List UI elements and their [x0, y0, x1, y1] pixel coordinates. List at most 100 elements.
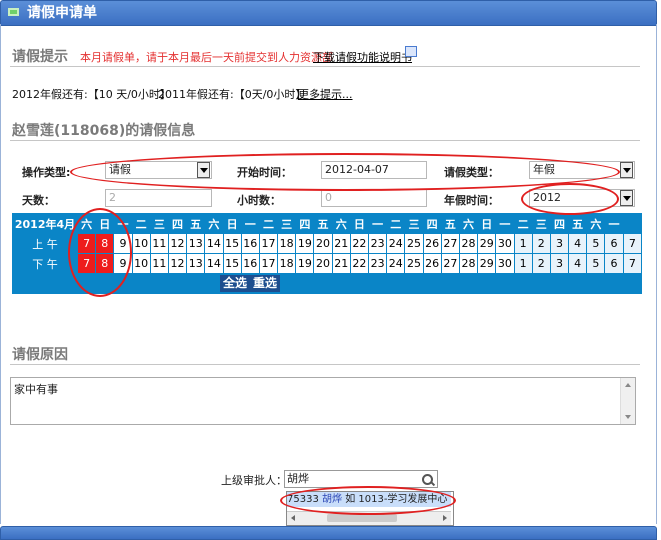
- day-cell[interactable]: 1: [514, 254, 532, 273]
- day-cell[interactable]: 4: [569, 254, 587, 273]
- reason-scrollbar[interactable]: [620, 378, 635, 424]
- day-cell[interactable]: 14: [205, 234, 223, 253]
- day-cell[interactable]: 25: [405, 254, 423, 273]
- day-cell[interactable]: 30: [496, 254, 514, 273]
- day-cell[interactable]: 7: [78, 234, 96, 253]
- day-cell[interactable]: 23: [369, 254, 387, 273]
- day-cell[interactable]: 10: [132, 234, 150, 253]
- day-cell[interactable]: 9: [114, 234, 132, 253]
- day-cell[interactable]: 13: [187, 254, 205, 273]
- day-cell[interactable]: 15: [223, 254, 241, 273]
- day-cell[interactable]: 21: [332, 234, 350, 253]
- weekday-cell: 六: [459, 214, 478, 233]
- approver-input[interactable]: 胡烨: [284, 470, 438, 488]
- day-cell[interactable]: 28: [459, 254, 478, 273]
- weekday-cell: 日: [96, 214, 114, 233]
- day-cell[interactable]: 16: [241, 234, 259, 253]
- weekday-cell: 三: [405, 214, 423, 233]
- day-cell[interactable]: 11: [150, 234, 168, 253]
- info-heading: 赵雪莲(118068)的请假信息: [12, 123, 196, 139]
- suggestion-scrollbar[interactable]: [287, 511, 451, 525]
- day-cell[interactable]: 7: [623, 234, 641, 253]
- next-section-bar: [0, 526, 657, 540]
- divider: [10, 66, 640, 67]
- day-cell[interactable]: 6: [605, 254, 623, 273]
- day-cell[interactable]: 5: [587, 254, 605, 273]
- day-cell[interactable]: 19: [296, 234, 314, 253]
- day-cell[interactable]: 4: [569, 234, 587, 253]
- notice-text: 本月请假单，请于本月最后一天前提交到人力资源部: [80, 51, 333, 64]
- chevron-down-icon[interactable]: [197, 162, 210, 178]
- day-cell[interactable]: 3: [550, 234, 569, 253]
- day-cell[interactable]: 18: [278, 254, 296, 273]
- chevron-down-icon[interactable]: [620, 162, 633, 178]
- day-cell[interactable]: 2: [532, 254, 550, 273]
- start-time-field[interactable]: 2012-04-07: [321, 161, 427, 179]
- search-icon[interactable]: [422, 474, 433, 485]
- annual-time-select[interactable]: 2012: [529, 189, 635, 207]
- select-all-button[interactable]: 全选: [220, 275, 251, 292]
- day-cell[interactable]: 27: [441, 234, 459, 253]
- day-cell[interactable]: 28: [459, 234, 478, 253]
- day-cell[interactable]: 21: [332, 254, 350, 273]
- day-cell[interactable]: 2: [532, 234, 550, 253]
- day-cell[interactable]: 3: [550, 254, 569, 273]
- day-cell[interactable]: 23: [369, 234, 387, 253]
- hours-field: 0: [321, 189, 427, 207]
- day-cell[interactable]: 20: [314, 254, 332, 273]
- day-cell[interactable]: 12: [168, 254, 187, 273]
- day-cell[interactable]: 29: [478, 254, 496, 273]
- day-cell[interactable]: 9: [114, 254, 132, 273]
- day-cell[interactable]: 25: [405, 234, 423, 253]
- weekday-cell: 六: [587, 214, 605, 233]
- suggestion-item[interactable]: 75333 胡烨 如 1013-学习发展中心 培: [287, 492, 451, 507]
- day-cell[interactable]: 15: [223, 234, 241, 253]
- day-cell[interactable]: 29: [478, 234, 496, 253]
- days-label: 天数：: [22, 194, 55, 207]
- operation-type-label: 操作类型:: [22, 166, 71, 179]
- weekday-cell: 日: [350, 214, 368, 233]
- leave-type-select[interactable]: 年假: [529, 161, 635, 179]
- day-cell[interactable]: 13: [187, 234, 205, 253]
- day-cell[interactable]: 19: [296, 254, 314, 273]
- day-cell[interactable]: 17: [259, 234, 278, 253]
- scroll-right-icon[interactable]: [443, 515, 447, 521]
- day-cell[interactable]: 27: [441, 254, 459, 273]
- weekday-cell: 六: [332, 214, 350, 233]
- day-cell[interactable]: 1: [514, 234, 532, 253]
- day-cell[interactable]: 30: [496, 234, 514, 253]
- operation-type-select[interactable]: 请假: [105, 161, 212, 179]
- day-cell[interactable]: 7: [78, 254, 96, 273]
- day-cell[interactable]: 24: [387, 254, 405, 273]
- month-label: 2012年4月: [13, 214, 77, 233]
- day-cell[interactable]: 18: [278, 234, 296, 253]
- scroll-left-icon[interactable]: [291, 515, 295, 521]
- day-cell[interactable]: 17: [259, 254, 278, 273]
- day-cell[interactable]: 11: [150, 254, 168, 273]
- download-manual-link[interactable]: 下载请假功能说明书: [313, 49, 412, 65]
- day-cell[interactable]: 26: [423, 254, 441, 273]
- weekday-cell: 六: [78, 214, 96, 233]
- day-cell[interactable]: 22: [350, 234, 368, 253]
- day-cell[interactable]: 8: [96, 254, 114, 273]
- reselect-button[interactable]: 重选: [250, 275, 281, 292]
- window-icon: [8, 8, 19, 16]
- day-cell[interactable]: 16: [241, 254, 259, 273]
- day-cell[interactable]: 8: [96, 234, 114, 253]
- reason-textarea[interactable]: 家中有事: [10, 377, 636, 425]
- weekday-cell: 四: [423, 214, 441, 233]
- day-cell[interactable]: 20: [314, 234, 332, 253]
- scroll-thumb[interactable]: [327, 514, 397, 522]
- day-cell[interactable]: 14: [205, 254, 223, 273]
- day-cell[interactable]: 6: [605, 234, 623, 253]
- day-cell[interactable]: 12: [168, 234, 187, 253]
- balance-2012: 2012年假还有:【10 天/0小时】: [12, 88, 171, 101]
- day-cell[interactable]: 26: [423, 234, 441, 253]
- day-cell[interactable]: 24: [387, 234, 405, 253]
- more-tips-link[interactable]: 更多提示...: [298, 86, 353, 102]
- day-cell[interactable]: 22: [350, 254, 368, 273]
- chevron-down-icon[interactable]: [620, 190, 633, 206]
- day-cell[interactable]: 10: [132, 254, 150, 273]
- day-cell[interactable]: 7: [623, 254, 641, 273]
- day-cell[interactable]: 5: [587, 234, 605, 253]
